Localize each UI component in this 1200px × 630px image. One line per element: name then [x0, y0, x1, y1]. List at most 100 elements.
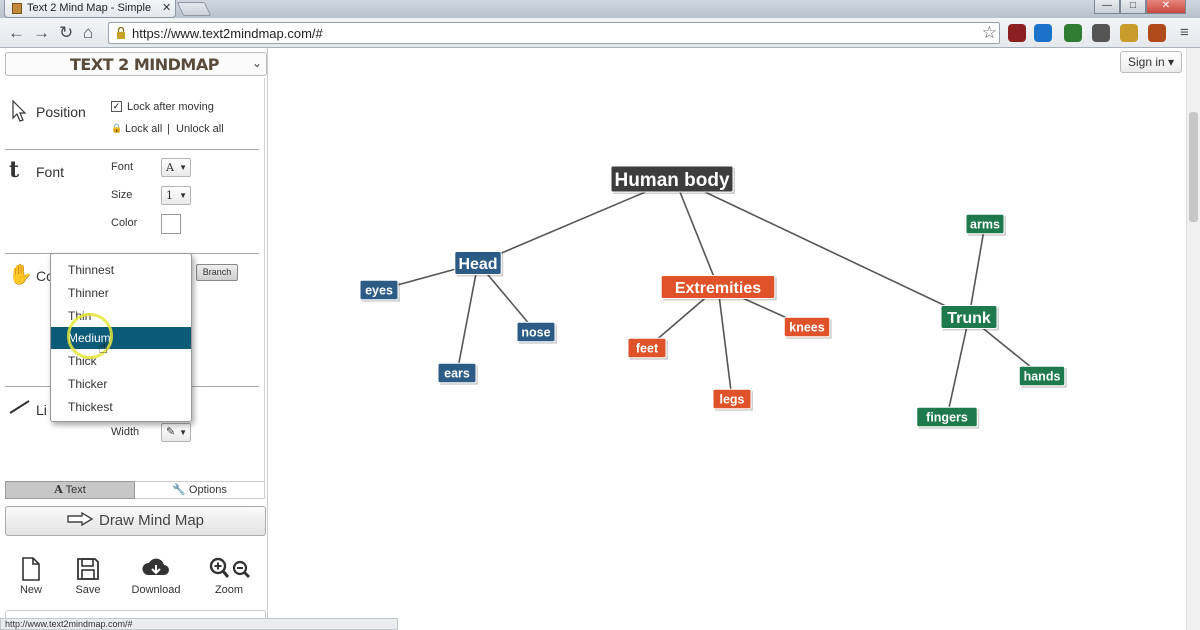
save-icon	[77, 558, 99, 580]
lock-after-moving-checkbox[interactable]: ✓	[111, 101, 122, 112]
node-feet-label: feet	[636, 342, 659, 356]
node-trunk[interactable]: Trunk	[940, 305, 999, 331]
line-icon	[9, 400, 30, 414]
unlock-all-link[interactable]: Unlock all	[176, 123, 224, 135]
edge-root-head	[477, 189, 651, 264]
node-nose[interactable]: nose	[516, 321, 557, 344]
wrench-icon: 🔧	[172, 484, 186, 496]
address-bar[interactable]: https://www.text2mindmap.com/# ☆	[108, 22, 1000, 44]
draw-mind-map-button[interactable]: Draw Mind Map	[5, 506, 266, 536]
node-eyes-label: eyes	[365, 284, 393, 298]
new-tab-button[interactable]	[176, 2, 212, 16]
node-ears[interactable]: ears	[437, 362, 478, 385]
node-extremities[interactable]: Extremities	[660, 275, 777, 301]
close-tab-icon[interactable]: ✕	[162, 1, 171, 14]
menu-item-thicker[interactable]: Thicker	[51, 373, 191, 395]
lock-after-moving-label: Lock after moving	[127, 101, 214, 113]
vertical-scrollbar[interactable]	[1186, 48, 1200, 630]
menu-item-thickest[interactable]: Thickest	[51, 396, 191, 418]
tab-text-label: Text	[65, 484, 86, 496]
node-trunk-label: Trunk	[947, 310, 991, 327]
home-icon[interactable]: ⌂	[83, 23, 93, 43]
minimize-window-button[interactable]: —	[1094, 0, 1120, 14]
forward-arrow-icon[interactable]: →	[33, 23, 50, 43]
edge-trunk-fingers	[946, 316, 970, 418]
font-dropdown[interactable]: A ▼	[161, 158, 191, 177]
mind-map-nodes: Human body Head eyes nose ears Extremities fee…	[359, 165, 1067, 429]
size-label: Size	[111, 189, 133, 201]
menu-item-thick[interactable]: Thick	[51, 350, 191, 372]
favicon-icon	[12, 3, 22, 14]
hand-cursor-icon: ☝	[98, 338, 109, 357]
paint-bucket-icon: ✋	[8, 264, 33, 286]
extension-icon-2[interactable]	[1034, 24, 1052, 42]
divider	[5, 149, 259, 150]
color-swatch[interactable]	[161, 214, 181, 234]
logo-dropdown[interactable]: TEXT 2 MINDMAP ⌄	[5, 52, 267, 76]
extension-icon-5[interactable]	[1120, 24, 1138, 42]
width-dropdown[interactable]: ✎ ▼	[161, 423, 191, 442]
size-dropdown[interactable]: 1 ▼	[161, 186, 191, 205]
node-fingers[interactable]: fingers	[916, 406, 980, 429]
line-section-title: Li	[36, 402, 47, 418]
download-label: Download	[131, 584, 181, 596]
new-file-icon	[22, 557, 40, 581]
browser-tab-strip: Text 2 Mind Map - Simple ✕ — □ ✕	[0, 0, 1200, 18]
extension-icon-4[interactable]	[1092, 24, 1110, 42]
cursor-arrow-icon	[12, 100, 27, 122]
status-bar-url: http://www.text2mindmap.com/#	[0, 618, 398, 630]
draw-mind-map-label: Draw Mind Map	[98, 512, 205, 529]
extension-icon-6[interactable]	[1148, 24, 1166, 42]
node-eyes[interactable]: eyes	[359, 279, 400, 302]
menu-item-thinnest[interactable]: Thinnest	[51, 259, 191, 281]
tab-options[interactable]: 🔧 Options	[135, 481, 265, 499]
browser-toolbar: ← → ↻ ⌂ https://www.text2mindmap.com/# ☆…	[0, 18, 1200, 48]
tab-text[interactable]: A Text	[5, 481, 135, 499]
download-button[interactable]: Download	[128, 556, 184, 596]
extension-icon-1[interactable]	[1008, 24, 1026, 42]
text-tab-icon: A	[54, 483, 63, 496]
font-title: Font	[36, 164, 65, 180]
download-icon	[142, 558, 169, 575]
node-nose-label: nose	[521, 326, 550, 340]
chevron-down-icon: ⌄	[251, 56, 262, 70]
mind-map-edges	[378, 189, 1043, 418]
extension-icon-3[interactable]	[1064, 24, 1082, 42]
node-knees-label: knees	[789, 321, 824, 335]
new-label: New	[19, 584, 42, 596]
node-legs[interactable]: legs	[712, 388, 753, 411]
node-knees[interactable]: knees	[783, 316, 832, 339]
new-button[interactable]: New	[3, 556, 59, 596]
node-hands-label: hands	[1024, 370, 1061, 384]
address-url: https://www.text2mindmap.com/#	[132, 26, 323, 41]
save-button[interactable]: Save	[60, 556, 116, 596]
arrow-right-icon	[67, 511, 94, 527]
bookmark-star-icon[interactable]: ☆	[982, 23, 997, 43]
browser-menu-icon[interactable]: ≡	[1180, 24, 1194, 41]
browser-tab[interactable]: Text 2 Mind Map - Simple ✕	[4, 0, 176, 18]
zoom-icon	[209, 557, 250, 578]
node-ears-label: ears	[444, 367, 470, 381]
lock-icon	[117, 27, 125, 39]
branch-button[interactable]: Branch	[196, 264, 238, 281]
reload-icon[interactable]: ↻	[59, 23, 73, 43]
node-feet[interactable]: feet	[627, 337, 668, 360]
back-arrow-icon[interactable]: ←	[8, 23, 25, 43]
scrollbar-thumb[interactable]	[1189, 112, 1198, 222]
close-window-button[interactable]: ✕	[1146, 0, 1186, 14]
node-head[interactable]: Head	[454, 251, 504, 277]
edge-extremities-legs	[717, 286, 733, 400]
lock-all-link[interactable]: Lock all	[125, 123, 162, 135]
menu-item-thinner[interactable]: Thinner	[51, 282, 191, 304]
font-label: Font	[111, 161, 134, 173]
node-root[interactable]: Human body	[610, 165, 735, 194]
browser-tab-title: Text 2 Mind Map - Simple	[27, 2, 152, 14]
maximize-window-button[interactable]: □	[1120, 0, 1146, 14]
zoom-button[interactable]: Zoom	[201, 556, 257, 596]
edge-root-extremities	[679, 191, 719, 288]
link-separator: |	[167, 123, 170, 135]
node-hands[interactable]: hands	[1018, 365, 1067, 388]
node-head-label: Head	[458, 256, 497, 273]
node-extremities-label: Extremities	[675, 280, 761, 297]
node-arms[interactable]: arms	[965, 213, 1006, 236]
